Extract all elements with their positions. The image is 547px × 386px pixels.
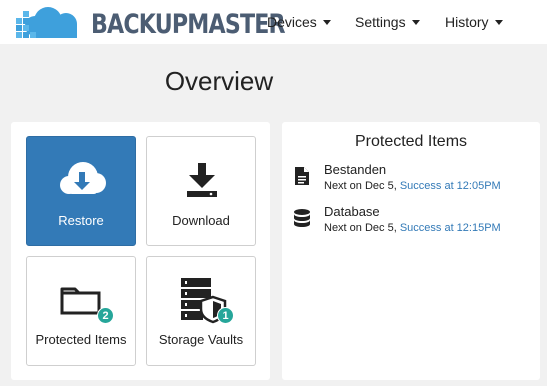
actions-panel: Restore Download 2 Protected Items 1 Sto… [11,122,270,380]
item-name: Database [324,204,380,219]
item-last-result-link[interactable]: Success at 12:05PM [400,180,501,192]
chevron-down-icon [322,20,331,25]
download-icon [187,163,217,197]
folder-icon [60,287,101,315]
database-icon [294,209,310,227]
page-title: Overview [164,66,274,96]
storage-vaults-badge: 1 [217,307,234,324]
download-label: Download [172,213,230,228]
item-last-result-link[interactable]: Success at 12:15PM [400,222,501,234]
protected-items-badge: 2 [97,307,114,324]
protected-items-panel: Protected Items Bestanden Next on Dec 5,… [282,122,540,380]
nav-devices-label: Devices [267,14,317,30]
storage-vaults-label: Storage Vaults [158,332,244,347]
nav-history[interactable]: History [445,14,503,30]
app-logo[interactable]: BACKUPMASTER [14,4,286,40]
file-icon [295,167,309,185]
nav-settings[interactable]: Settings [355,14,420,30]
chevron-down-icon [411,20,420,25]
cloud-logo-icon [16,7,77,38]
item-next-run: Next on Dec 5, [324,180,397,192]
item-status: Next on Dec 5, Success at 12:15PM [324,222,501,234]
item-next-run: Next on Dec 5, [324,222,397,234]
logo-text: BACKUPMASTER [91,9,286,40]
nav-history-label: History [445,14,489,30]
restore-button[interactable]: Restore [26,136,136,246]
cloud-download-icon [60,162,106,194]
item-name: Bestanden [324,162,387,177]
protected-items-button[interactable]: 2 Protected Items [26,256,136,366]
list-item[interactable]: Bestanden Next on Dec 5, Success at 12:0… [282,162,540,202]
download-button[interactable]: Download [146,136,256,246]
server-shield-icon [181,278,227,324]
protected-items-label: Protected Items [35,332,127,347]
protected-items-title: Protected Items [354,133,468,150]
list-item[interactable]: Database Next on Dec 5, Success at 12:15… [282,204,540,244]
nav-settings-label: Settings [355,14,406,30]
restore-label: Restore [58,213,104,228]
top-navbar: BACKUPMASTER Devices Settings History [0,0,547,44]
item-status: Next on Dec 5, Success at 12:05PM [324,180,501,192]
chevron-down-icon [494,20,503,25]
nav-devices[interactable]: Devices [267,14,331,30]
storage-vaults-button[interactable]: 1 Storage Vaults [146,256,256,366]
